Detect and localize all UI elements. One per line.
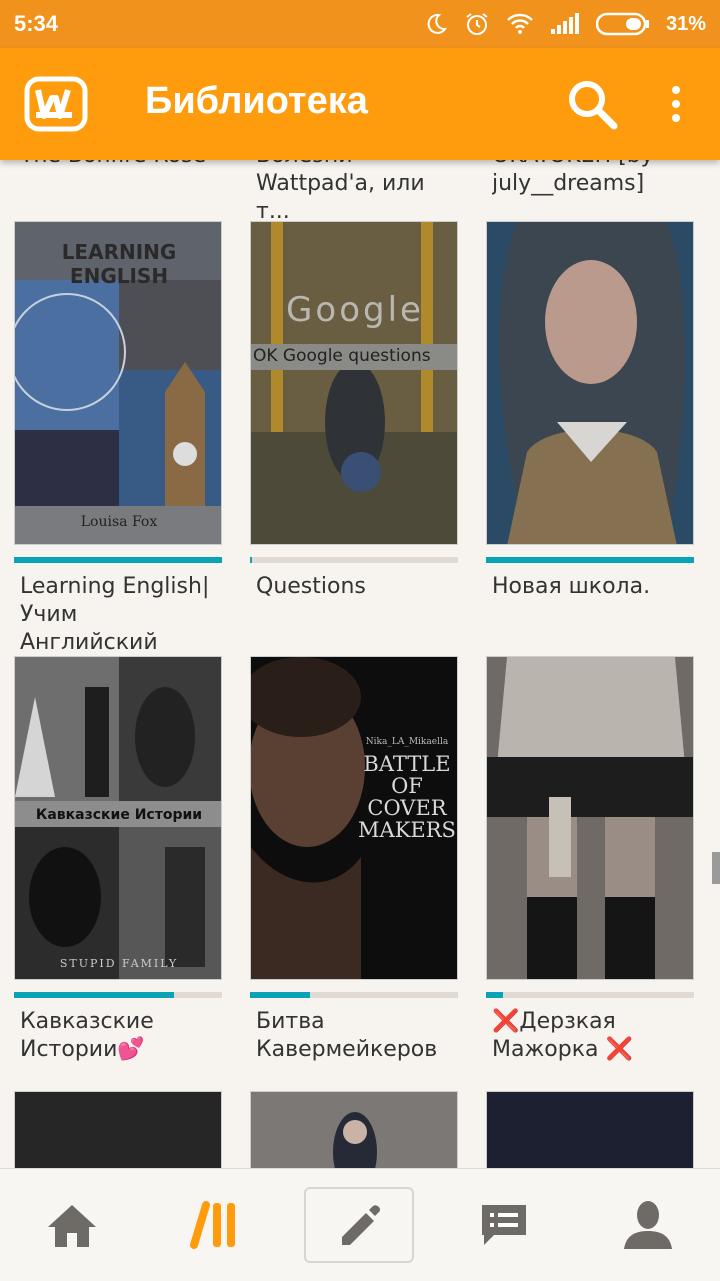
reading-progress-fill: [250, 557, 253, 563]
book-title[interactable]: ❌Дерзкая Мажорка ❌: [492, 1008, 692, 1064]
scrollbar-thumb[interactable]: [712, 852, 720, 884]
book-title[interactable]: Новая школа.: [492, 573, 692, 601]
cover-heading: LEARNING ENGLISH: [61, 240, 177, 288]
book-title-partial[interactable]: The Bonfire Rose: [20, 160, 220, 170]
nav-profile[interactable]: [576, 1169, 720, 1281]
nav-messages[interactable]: [432, 1169, 576, 1281]
status-icons: 31%: [424, 11, 706, 37]
cover-heading: BATTLE OF COVER MAKERS: [358, 752, 456, 842]
moon-icon: [427, 13, 448, 34]
cover-heading: Кавказские Истории: [35, 807, 203, 823]
reading-progress-fill: [14, 557, 222, 563]
cover-subheading: OK Google questions: [253, 346, 431, 366]
book-title[interactable]: Кавказские Истории💕: [20, 1008, 220, 1064]
wifi-icon: [507, 13, 533, 34]
reading-progress-fill: [14, 992, 175, 998]
cover-author: Louisa Fox: [80, 514, 158, 530]
library-grid[interactable]: The Bonfire Rose Болезни Wattpad'a, или …: [0, 160, 720, 1168]
app-bar: Библиотека: [0, 48, 720, 160]
reading-progress-fill: [250, 992, 311, 998]
reading-progress-fill: [486, 557, 694, 563]
book-cover[interactable]: [14, 1091, 222, 1168]
book-card[interactable]: Новая школа.: [486, 221, 694, 641]
reading-progress: [486, 557, 694, 563]
book-title[interactable]: Битва Кавермейкеров: [256, 1008, 456, 1064]
book-cover[interactable]: Кавказские Истории STUPID FAMILY: [14, 656, 222, 980]
cover-footer: STUPID FAMILY: [59, 957, 179, 970]
book-title[interactable]: Learning English| Учим Английский: [20, 573, 220, 657]
bottom-navigation: [0, 1168, 720, 1281]
book-cover[interactable]: Nika_LA_Mikaella BATTLE OF COVER MAKERS: [250, 656, 458, 980]
cover-heading: Google: [286, 290, 424, 330]
book-card[interactable]: Кавказские Истории STUPID FAMILY Кавказс…: [14, 656, 222, 1076]
book-card[interactable]: Google OK Google questions Questions: [250, 221, 458, 641]
home-icon: [48, 1205, 96, 1247]
wattpad-logo[interactable]: [24, 76, 88, 132]
book-card[interactable]: ❌Дерзкая Мажорка ❌: [486, 656, 694, 1076]
book-card[interactable]: LEARNING ENGLISH Louisa Fox Learning Eng…: [14, 221, 222, 655]
reading-progress: [14, 992, 222, 998]
book-title-partial[interactable]: Болезни Wattpad'a, или т...: [256, 160, 456, 226]
reading-progress: [14, 557, 222, 563]
reading-progress-fill: [486, 992, 503, 998]
nav-home[interactable]: [0, 1169, 144, 1281]
profile-icon: [624, 1201, 672, 1249]
status-bar: 5:34 31%: [0, 0, 720, 48]
book-cover[interactable]: LEARNING ENGLISH Louisa Fox: [14, 221, 222, 545]
book-cover[interactable]: Google OK Google questions: [250, 221, 458, 545]
pencil-icon: [342, 1205, 380, 1245]
reading-progress: [486, 992, 694, 998]
status-time: 5:34: [14, 11, 59, 36]
reading-progress: [250, 992, 458, 998]
book-title[interactable]: Questions: [256, 573, 456, 601]
messages-icon: [482, 1205, 526, 1245]
book-card[interactable]: Nika_LA_Mikaella BATTLE OF COVER MAKERS …: [250, 656, 458, 1076]
library-icon: [190, 1201, 235, 1249]
more-vert-icon[interactable]: [660, 82, 692, 126]
signal-icon: [550, 13, 579, 34]
reading-progress: [250, 557, 458, 563]
alarm-icon: [466, 13, 488, 35]
book-cover[interactable]: [250, 1091, 458, 1168]
search-icon[interactable]: [566, 78, 618, 130]
book-cover[interactable]: [486, 1091, 694, 1168]
page-title: Библиотека: [145, 80, 368, 122]
cover-author: Nika_LA_Mikaella: [365, 737, 449, 747]
nav-write[interactable]: [288, 1169, 432, 1281]
book-cover[interactable]: [486, 656, 694, 980]
battery-icon: [595, 12, 649, 36]
nav-library[interactable]: [144, 1169, 288, 1281]
battery-percent: 31%: [665, 12, 706, 35]
book-title-partial[interactable]: OKAYOKEH [by july__dreams]: [492, 160, 692, 198]
book-cover[interactable]: [486, 221, 694, 545]
